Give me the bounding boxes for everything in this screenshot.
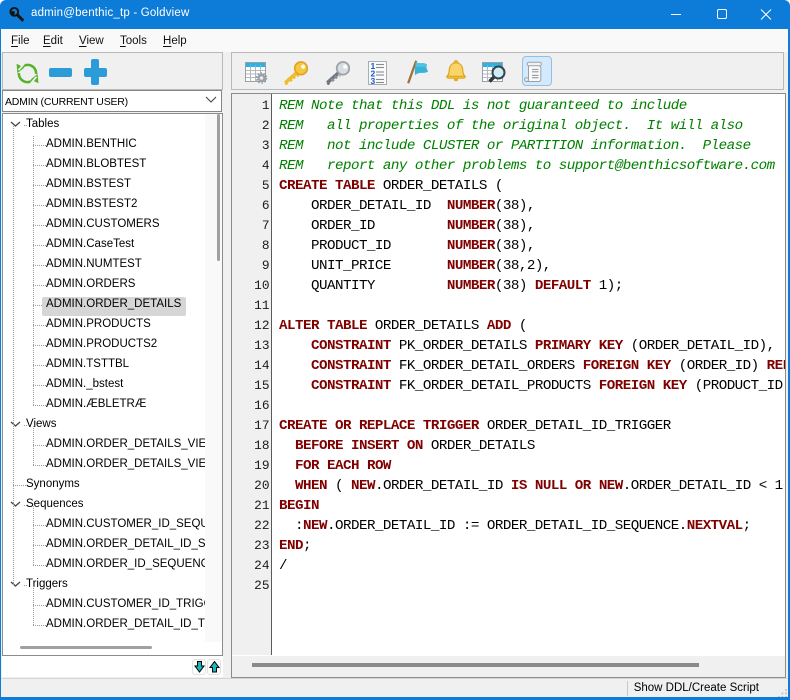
svg-text:3: 3 xyxy=(371,76,376,86)
